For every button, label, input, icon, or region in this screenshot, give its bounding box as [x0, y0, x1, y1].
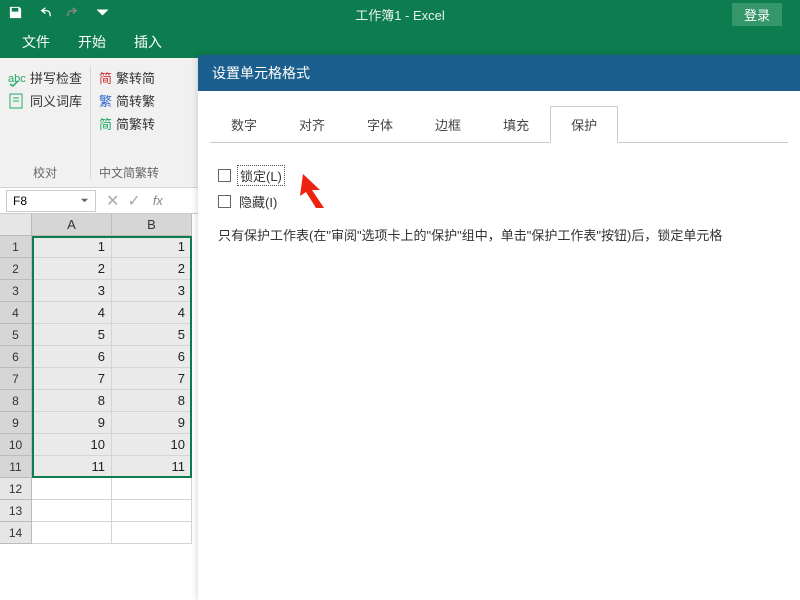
- row-header[interactable]: 14: [0, 522, 32, 544]
- qat-dropdown-icon[interactable]: [95, 5, 110, 23]
- trad-to-simp-button[interactable]: 简 繁转简: [99, 68, 159, 87]
- window-title: 工作簿1 - Excel: [355, 5, 445, 24]
- cell[interactable]: [112, 500, 192, 522]
- row-header[interactable]: 7: [0, 368, 32, 390]
- cell[interactable]: 9: [112, 412, 192, 434]
- row-header[interactable]: 4: [0, 302, 32, 324]
- row-header[interactable]: 5: [0, 324, 32, 346]
- row-header[interactable]: 8: [0, 390, 32, 412]
- row-header[interactable]: 3: [0, 280, 32, 302]
- cell[interactable]: 8: [112, 390, 192, 412]
- row-header[interactable]: 10: [0, 434, 32, 456]
- save-icon[interactable]: [8, 5, 23, 23]
- row-header[interactable]: 12: [0, 478, 32, 500]
- cell[interactable]: [32, 522, 112, 544]
- glyph-icon: 繁: [99, 91, 112, 110]
- glyph-icon: 简: [99, 68, 112, 87]
- dialog-tab[interactable]: 字体: [346, 106, 414, 143]
- cell[interactable]: 1: [112, 236, 192, 258]
- checkbox-icon: [218, 169, 231, 182]
- row-header[interactable]: 6: [0, 346, 32, 368]
- dialog-body: 锁定(L) 隐藏(I) 只有保护工作表(在"审阅"选项卡上的"保护"组中，单击"…: [198, 143, 800, 263]
- thesaurus-label: 同义词库: [30, 91, 82, 110]
- undo-icon[interactable]: [37, 5, 52, 23]
- svg-text:abc: abc: [8, 73, 26, 85]
- dialog-tab[interactable]: 保护: [550, 106, 618, 143]
- protection-hint: 只有保护工作表(在"审阅"选项卡上的"保护"组中，单击"保护工作表"按钮)后，锁…: [218, 225, 780, 247]
- cell[interactable]: 6: [112, 346, 192, 368]
- tab-insert[interactable]: 插入: [120, 26, 176, 58]
- format-cells-dialog: 设置单元格格式 数字对齐字体边框填充保护 锁定(L) 隐藏(I) 只有保护工作表…: [198, 55, 800, 600]
- dialog-tab[interactable]: 边框: [414, 106, 482, 143]
- login-button[interactable]: 登录: [732, 3, 782, 26]
- locked-label: 锁定(L): [237, 165, 285, 186]
- cell[interactable]: 8: [32, 390, 112, 412]
- cell[interactable]: 5: [112, 324, 192, 346]
- cell[interactable]: 4: [32, 302, 112, 324]
- confirm-icon[interactable]: ✓: [127, 191, 140, 211]
- thesaurus-button[interactable]: 同义词库: [8, 91, 82, 110]
- thesaurus-icon: [8, 92, 26, 110]
- row-header[interactable]: 1: [0, 236, 32, 258]
- cell[interactable]: [32, 500, 112, 522]
- tab-file[interactable]: 文件: [8, 26, 64, 58]
- redo-icon[interactable]: [66, 5, 81, 23]
- cursor-arrow-icon: [298, 172, 338, 210]
- glyph-icon: 简: [99, 114, 112, 133]
- cell[interactable]: 1: [32, 236, 112, 258]
- dialog-tab[interactable]: 填充: [482, 106, 550, 143]
- cell[interactable]: [112, 522, 192, 544]
- dialog-tab[interactable]: 数字: [210, 106, 278, 143]
- ribbon-tabs: 文件 开始 插入: [0, 28, 800, 58]
- hidden-label: 隐藏(I): [237, 192, 279, 211]
- cell[interactable]: [32, 478, 112, 500]
- cell[interactable]: 11: [32, 456, 112, 478]
- proofing-group-label: 校对: [8, 160, 82, 187]
- dialog-tab[interactable]: 对齐: [278, 106, 346, 143]
- cell[interactable]: 6: [32, 346, 112, 368]
- cell[interactable]: 10: [112, 434, 192, 456]
- name-box-value: F8: [13, 194, 27, 208]
- cell[interactable]: 7: [112, 368, 192, 390]
- cell[interactable]: 5: [32, 324, 112, 346]
- cell[interactable]: 2: [32, 258, 112, 280]
- select-all-corner[interactable]: [0, 214, 32, 236]
- convert-button[interactable]: 简 简繁转: [99, 114, 159, 133]
- cell[interactable]: 3: [112, 280, 192, 302]
- spellcheck-label: 拼写检查: [30, 68, 82, 87]
- simp-to-trad-button[interactable]: 繁 简转繁: [99, 91, 159, 110]
- spellcheck-icon: abc: [8, 69, 26, 87]
- ribbon-group-proofing: abc 拼写检查 同义词库 校对: [0, 58, 90, 187]
- dropdown-icon[interactable]: [80, 196, 89, 205]
- cell[interactable]: 11: [112, 456, 192, 478]
- dialog-tabs: 数字对齐字体边框填充保护: [210, 105, 788, 143]
- checkbox-icon: [218, 195, 231, 208]
- cell[interactable]: 10: [32, 434, 112, 456]
- name-box[interactable]: F8: [6, 190, 96, 212]
- trad-to-simp-label: 繁转简: [116, 68, 155, 87]
- cell[interactable]: 7: [32, 368, 112, 390]
- cell[interactable]: 3: [32, 280, 112, 302]
- dialog-title: 设置单元格格式: [198, 55, 800, 91]
- column-header[interactable]: B: [112, 214, 192, 236]
- column-header[interactable]: A: [32, 214, 112, 236]
- ribbon-group-convert: 简 繁转简 繁 简转繁 简 简繁转 中文简繁转: [91, 58, 167, 187]
- cancel-icon[interactable]: ✕: [106, 191, 119, 211]
- row-header[interactable]: 2: [0, 258, 32, 280]
- spellcheck-button[interactable]: abc 拼写检查: [8, 68, 82, 87]
- title-bar: 工作簿1 - Excel 登录: [0, 0, 800, 28]
- convert-label: 简繁转: [116, 114, 155, 133]
- cell[interactable]: 9: [32, 412, 112, 434]
- cell[interactable]: 2: [112, 258, 192, 280]
- cell[interactable]: 4: [112, 302, 192, 324]
- quick-access-toolbar: [0, 5, 110, 23]
- cell[interactable]: [112, 478, 192, 500]
- row-header[interactable]: 13: [0, 500, 32, 522]
- row-header[interactable]: 9: [0, 412, 32, 434]
- convert-group-label: 中文简繁转: [99, 160, 159, 187]
- fx-icon[interactable]: fx: [153, 193, 163, 208]
- tab-home[interactable]: 开始: [64, 26, 120, 58]
- simp-to-trad-label: 简转繁: [116, 91, 155, 110]
- row-header[interactable]: 11: [0, 456, 32, 478]
